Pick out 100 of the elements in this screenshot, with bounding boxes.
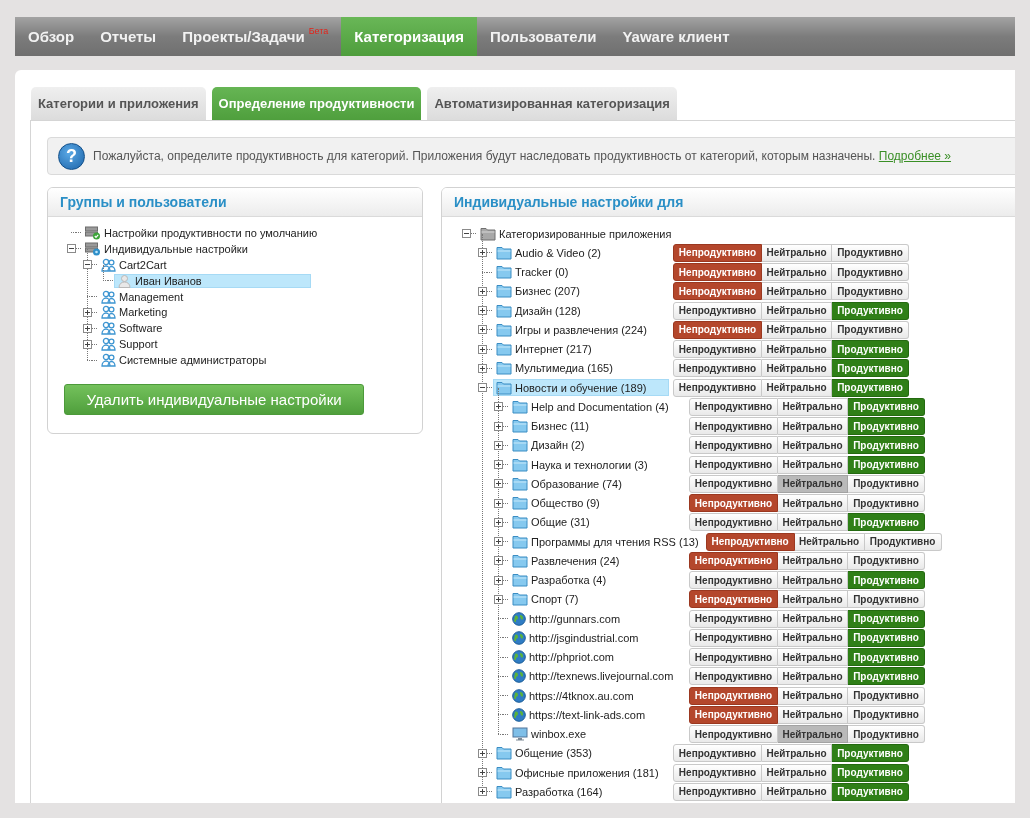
unproductive-button[interactable]: Непродуктивно xyxy=(689,628,778,647)
tree-item[interactable]: Настройки продуктивности по умолчанию xyxy=(82,226,321,240)
tree-item[interactable]: Management xyxy=(98,289,187,304)
collapse-toggle[interactable] xyxy=(67,244,76,254)
unproductive-button[interactable]: Непродуктивно xyxy=(673,744,762,763)
productive-button[interactable]: Продуктивно xyxy=(848,455,925,474)
unproductive-button[interactable]: Непродуктивно xyxy=(689,667,778,686)
nav-tab[interactable]: Отчеты xyxy=(87,17,170,56)
tree-item[interactable]: Audio & Video (2) xyxy=(493,244,669,262)
productive-button[interactable]: Продуктивно xyxy=(848,494,925,513)
productive-button[interactable]: Продуктивно xyxy=(832,782,909,801)
productive-button[interactable]: Продуктивно xyxy=(848,551,925,570)
unproductive-button[interactable]: Непродуктивно xyxy=(673,378,762,397)
neutral-button[interactable]: Нейтрально xyxy=(762,263,832,282)
neutral-button[interactable]: Нейтрально xyxy=(778,725,848,744)
unproductive-button[interactable]: Непродуктивно xyxy=(689,513,778,532)
tree-item[interactable]: Наука и технологии (3) xyxy=(509,456,685,474)
productive-button[interactable]: Продуктивно xyxy=(832,301,909,320)
neutral-button[interactable]: Нейтрально xyxy=(778,705,848,724)
expand-toggle[interactable] xyxy=(494,517,503,527)
neutral-button[interactable]: Нейтрально xyxy=(778,667,848,686)
nav-tab[interactable]: Обзор xyxy=(15,17,88,56)
productive-button[interactable]: Продуктивно xyxy=(832,763,909,782)
more-link[interactable]: Подробнее » xyxy=(878,149,951,163)
expand-toggle[interactable] xyxy=(494,575,503,585)
expand-toggle[interactable] xyxy=(83,339,92,349)
neutral-button[interactable]: Нейтрально xyxy=(778,455,848,474)
neutral-button[interactable]: Нейтрально xyxy=(778,551,848,570)
expand-toggle[interactable] xyxy=(494,402,503,412)
tree-item[interactable]: Cart2Cart xyxy=(98,257,170,272)
unproductive-button[interactable]: Непродуктивно xyxy=(689,571,778,590)
subtab[interactable]: Автоматизированная категоризация xyxy=(427,87,677,120)
tree-item[interactable]: Marketing xyxy=(98,305,171,320)
unproductive-button[interactable]: Непродуктивно xyxy=(673,263,762,282)
tree-item[interactable]: Новости и обучение (189) xyxy=(493,379,669,397)
expand-toggle[interactable] xyxy=(83,307,92,317)
tree-item[interactable]: Разработка (4) xyxy=(509,571,685,589)
unproductive-button[interactable]: Непродуктивно xyxy=(689,686,778,705)
productive-button[interactable]: Продуктивно xyxy=(848,628,925,647)
subtab[interactable]: Категории и приложения xyxy=(31,87,206,120)
neutral-button[interactable]: Нейтрально xyxy=(778,513,848,532)
expand-toggle[interactable] xyxy=(494,498,503,508)
tree-item[interactable]: https://4tknox.au.com xyxy=(509,687,685,705)
expand-toggle[interactable] xyxy=(494,460,503,470)
unproductive-button[interactable]: Непродуктивно xyxy=(673,340,762,359)
productive-button[interactable]: Продуктивно xyxy=(832,320,909,339)
collapse-toggle[interactable] xyxy=(462,229,471,239)
tree-item[interactable]: Индивидуальные настройки xyxy=(82,241,251,256)
tree-item[interactable]: Интернет (217) xyxy=(493,340,669,358)
productive-button[interactable]: Продуктивно xyxy=(832,378,909,397)
tree-item[interactable]: Программы для чтения RSS (13) xyxy=(509,533,702,551)
unproductive-button[interactable]: Непродуктивно xyxy=(705,532,795,551)
tree-item[interactable]: Бизнес (207) xyxy=(493,282,669,300)
productive-button[interactable]: Продуктивно xyxy=(848,474,925,493)
productive-button[interactable]: Продуктивно xyxy=(848,513,925,532)
tree-item[interactable]: Разработка (164) xyxy=(493,783,669,801)
neutral-button[interactable]: Нейтрально xyxy=(762,744,832,763)
tree-item[interactable]: Системные администраторы xyxy=(98,353,270,367)
unproductive-button[interactable]: Непродуктивно xyxy=(689,417,778,436)
productive-button[interactable]: Продуктивно xyxy=(848,571,925,590)
expand-toggle[interactable] xyxy=(478,768,487,778)
tree-item[interactable]: Общество (9) xyxy=(509,494,685,512)
unproductive-button[interactable]: Непродуктивно xyxy=(689,590,778,609)
collapse-toggle[interactable] xyxy=(83,260,92,270)
neutral-button[interactable]: Нейтрально xyxy=(762,282,832,301)
neutral-button[interactable]: Нейтрально xyxy=(762,782,832,801)
tree-item[interactable]: Дизайн (128) xyxy=(493,302,669,320)
neutral-button[interactable]: Нейтрально xyxy=(778,571,848,590)
tree-item[interactable]: http://gunnars.com xyxy=(509,610,685,628)
expand-toggle[interactable] xyxy=(478,787,487,797)
tree-item[interactable]: Общие (31) xyxy=(509,513,685,531)
productive-button[interactable]: Продуктивно xyxy=(832,744,909,763)
tree-item[interactable]: Дизайн (2) xyxy=(509,436,685,454)
unproductive-button[interactable]: Непродуктивно xyxy=(673,282,762,301)
expand-toggle[interactable] xyxy=(83,323,92,333)
tree-item[interactable]: Образование (74) xyxy=(509,475,685,493)
neutral-button[interactable]: Нейтрально xyxy=(778,590,848,609)
tree-item[interactable]: Развлечения (24) xyxy=(509,552,685,570)
tree-item[interactable]: Иван Иванов xyxy=(114,273,311,288)
unproductive-button[interactable]: Непродуктивно xyxy=(689,609,778,628)
unproductive-button[interactable]: Непродуктивно xyxy=(673,763,762,782)
neutral-button[interactable]: Нейтрально xyxy=(762,763,832,782)
neutral-button[interactable]: Нейтрально xyxy=(778,436,848,455)
productive-button[interactable]: Продуктивно xyxy=(832,340,909,359)
neutral-button[interactable]: Нейтрально xyxy=(762,320,832,339)
neutral-button[interactable]: Нейтрально xyxy=(762,359,832,378)
expand-toggle[interactable] xyxy=(478,286,487,296)
neutral-button[interactable]: Нейтрально xyxy=(778,494,848,513)
tree-item[interactable]: Мультимедиа (165) xyxy=(493,359,669,377)
productive-button[interactable]: Продуктивно xyxy=(848,667,925,686)
productive-button[interactable]: Продуктивно xyxy=(848,590,925,609)
tree-item[interactable]: Офисные приложения (181) xyxy=(493,764,669,782)
productive-button[interactable]: Продуктивно xyxy=(848,705,925,724)
expand-toggle[interactable] xyxy=(494,479,503,489)
tree-item[interactable]: http://jsgindustrial.com xyxy=(509,629,685,647)
expand-toggle[interactable] xyxy=(478,306,487,316)
nav-tab[interactable]: Проекты/Задачи $^{Бета}$ xyxy=(169,17,342,56)
neutral-button[interactable]: Нейтрально xyxy=(778,474,848,493)
tree-item[interactable]: https://text-link-ads.com xyxy=(509,706,685,724)
collapse-toggle[interactable] xyxy=(478,383,487,393)
